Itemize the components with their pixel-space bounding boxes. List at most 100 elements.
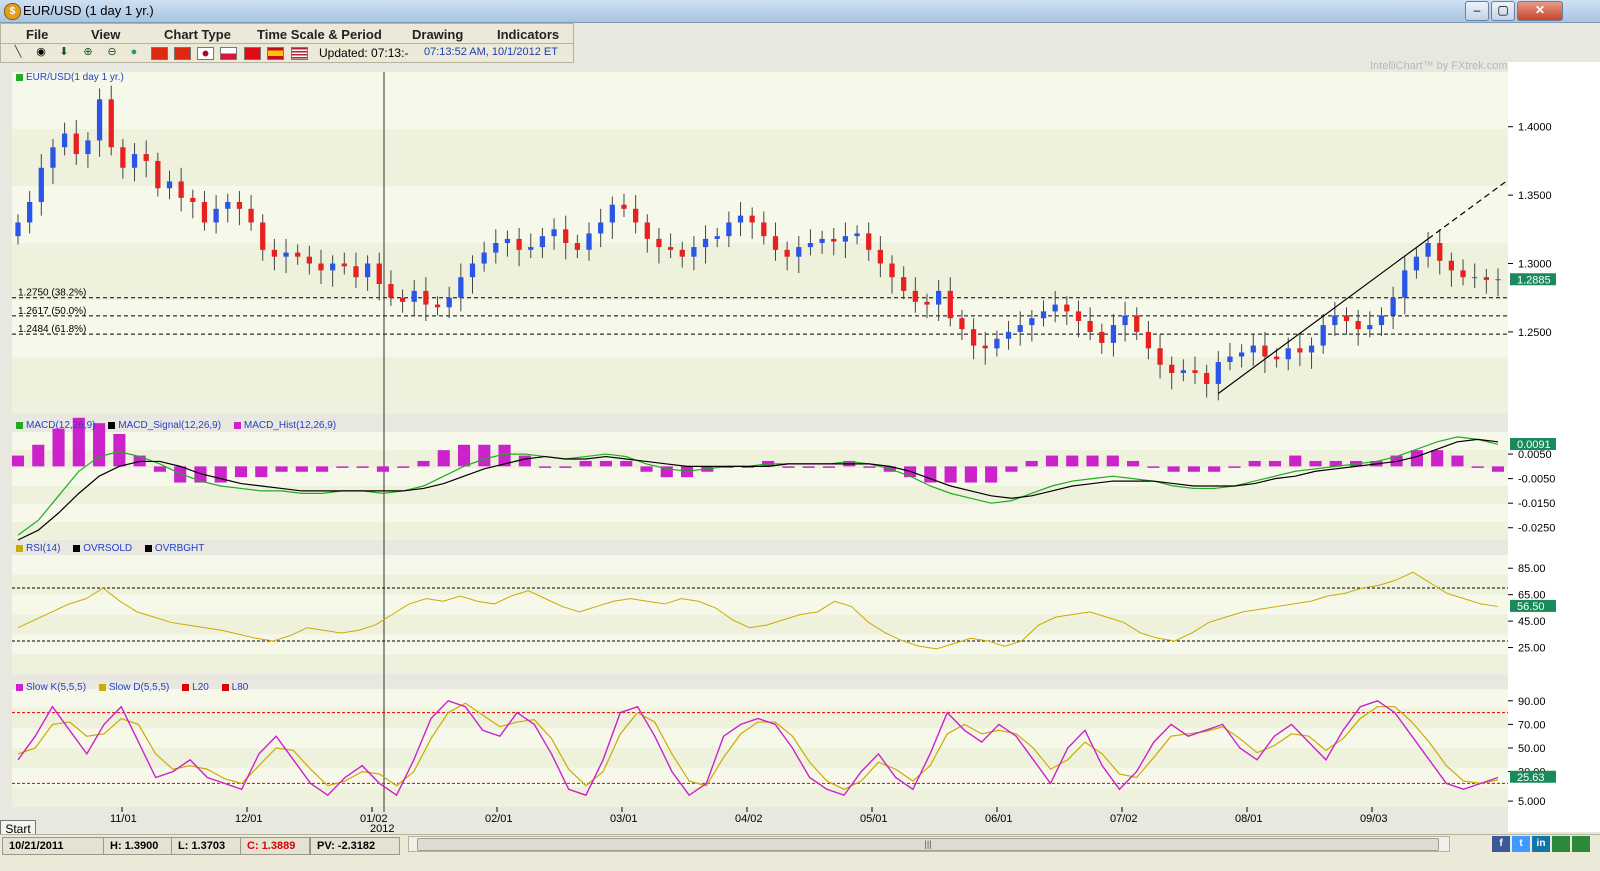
- updated-label: Updated: 07:13:-: [319, 46, 409, 60]
- macd-hist-bar: [32, 444, 45, 467]
- price-axis-tick-label: 1.3500: [1518, 190, 1552, 202]
- macd-hist-bar: [640, 466, 653, 472]
- toolbar: ╲ ◉ ⬇ ⊕ ⊖ ● Updated: 07:13:- 07:13:52 AM…: [0, 43, 574, 63]
- macd-hist-bar: [599, 460, 613, 467]
- macd-hist-bar: [1410, 450, 1423, 467]
- legend-swatch: [16, 73, 23, 81]
- menu-chart-type[interactable]: Chart Type: [164, 27, 231, 42]
- candle-body: [1134, 315, 1140, 332]
- zoom-out-icon[interactable]: ⊖: [105, 46, 119, 59]
- menu-time-scale[interactable]: Time Scale & Period: [257, 27, 382, 42]
- candle-body: [1227, 356, 1233, 363]
- updated-time: 07:13:52 AM, 10/1/2012 ET: [424, 46, 558, 58]
- macd-hist-bar: [579, 460, 592, 467]
- chart-area[interactable]: 1.4000 1.3500 1.3000 1.2500 1.2750 (38.2%) 1.…: [0, 62, 1600, 832]
- candle-body: [796, 247, 802, 257]
- zoom-in-icon[interactable]: ⊕: [81, 46, 95, 59]
- macd-hist-bar: [1451, 455, 1464, 467]
- macd-hist-bar: [1066, 455, 1079, 467]
- macd-hist-bar: [863, 466, 876, 468]
- candle-body: [434, 304, 441, 308]
- candle-body: [1099, 331, 1105, 343]
- candle-body: [364, 263, 371, 278]
- poland-flag-icon[interactable]: [220, 47, 237, 60]
- legend-rsi: RSI(14) OVRSOLD OVRBGHT: [16, 543, 214, 554]
- candle-body: [691, 247, 697, 257]
- macd-hist-bar: [944, 466, 957, 483]
- menu-indicators[interactable]: Indicators: [497, 27, 559, 42]
- macd-hist-bar: [1289, 455, 1302, 467]
- japan-flag-icon[interactable]: [197, 47, 214, 60]
- window-title: EUR/USD (1 day 1 yr.): [23, 3, 154, 18]
- candle-body: [609, 204, 615, 223]
- candle-body: [1460, 270, 1466, 278]
- candle-body: [236, 201, 243, 209]
- status-low: L: 1.3703: [171, 837, 241, 855]
- stoch-last-tag: 25.63: [1517, 772, 1545, 784]
- spain-flag-icon[interactable]: [267, 47, 284, 60]
- usa-flag-icon[interactable]: [291, 47, 308, 60]
- pin-icon[interactable]: ●: [127, 46, 141, 59]
- candle-body: [726, 222, 732, 237]
- minimize-button[interactable]: –: [1465, 1, 1489, 21]
- macd-hist-bar: [518, 455, 531, 467]
- china-flag-icon[interactable]: [151, 47, 168, 60]
- candle-body: [469, 263, 476, 278]
- candle-body: [388, 284, 394, 298]
- candle-body: [1145, 331, 1152, 349]
- x-tick-label: 12/01: [235, 813, 263, 825]
- macd-hist-bar: [457, 444, 471, 467]
- candle-body: [1495, 279, 1501, 281]
- x-tick-label: 06/01: [985, 813, 1013, 825]
- export-icon[interactable]: [1572, 836, 1590, 852]
- status-high: H: 1.3900: [103, 837, 173, 855]
- facebook-icon[interactable]: f: [1492, 836, 1510, 852]
- candle-body: [866, 233, 872, 250]
- macd-hist-bar: [437, 450, 450, 467]
- macd-hist-bar: [1309, 460, 1322, 467]
- legend-swatch: [16, 544, 23, 552]
- candle-body: [1204, 372, 1210, 384]
- candle-body: [656, 238, 662, 248]
- legend-macd: MACD(12,26,9) MACD_Signal(12,26,9) MACD_…: [16, 420, 346, 431]
- arrow-down-icon[interactable]: ⬇: [57, 46, 71, 59]
- candle-body: [190, 197, 196, 202]
- candle-body: [959, 318, 965, 330]
- candle-body: [271, 249, 278, 257]
- macd-hist-bar: [1147, 466, 1160, 468]
- restore-button[interactable]: ▢: [1491, 1, 1515, 21]
- candle-body: [1180, 370, 1186, 373]
- turkey-flag-icon[interactable]: [244, 47, 261, 60]
- macd-hist-bar: [1045, 455, 1059, 467]
- line-tool-icon[interactable]: ╲: [11, 46, 25, 59]
- macd-hist-bar: [113, 433, 126, 467]
- candle-body: [1413, 256, 1420, 271]
- hongkong-flag-icon[interactable]: [174, 47, 191, 60]
- close-button[interactable]: ✕: [1517, 1, 1563, 21]
- candle-body: [1029, 318, 1035, 326]
- menu-view[interactable]: View: [91, 27, 120, 42]
- twitter-icon[interactable]: t: [1512, 836, 1530, 852]
- candle-body: [854, 233, 860, 237]
- pane-band: [12, 574, 1508, 595]
- menu-drawing[interactable]: Drawing: [412, 27, 463, 42]
- macd-hist-bar: [1431, 450, 1444, 467]
- pane-band: [12, 654, 1508, 674]
- linkedin-icon[interactable]: in: [1532, 836, 1550, 852]
- scrollbar-thumb[interactable]: |||: [417, 838, 1439, 851]
- candle-body: [877, 249, 883, 264]
- x-tick-label: 08/01: [1235, 813, 1263, 825]
- horizontal-scrollbar[interactable]: |||: [408, 836, 1450, 852]
- candle-body: [1437, 243, 1443, 261]
- macd-hist-bar: [153, 466, 166, 472]
- candle-body: [50, 147, 56, 168]
- candle-body: [248, 208, 254, 223]
- candle-body: [38, 167, 44, 202]
- legend-swatch: [144, 544, 152, 552]
- crosshair-icon[interactable]: ◉: [34, 46, 48, 59]
- candle-body: [1087, 320, 1093, 332]
- candle-body: [784, 249, 790, 257]
- candle-body: [504, 238, 511, 243]
- share-icon[interactable]: [1552, 836, 1570, 852]
- menu-file[interactable]: File: [26, 27, 48, 42]
